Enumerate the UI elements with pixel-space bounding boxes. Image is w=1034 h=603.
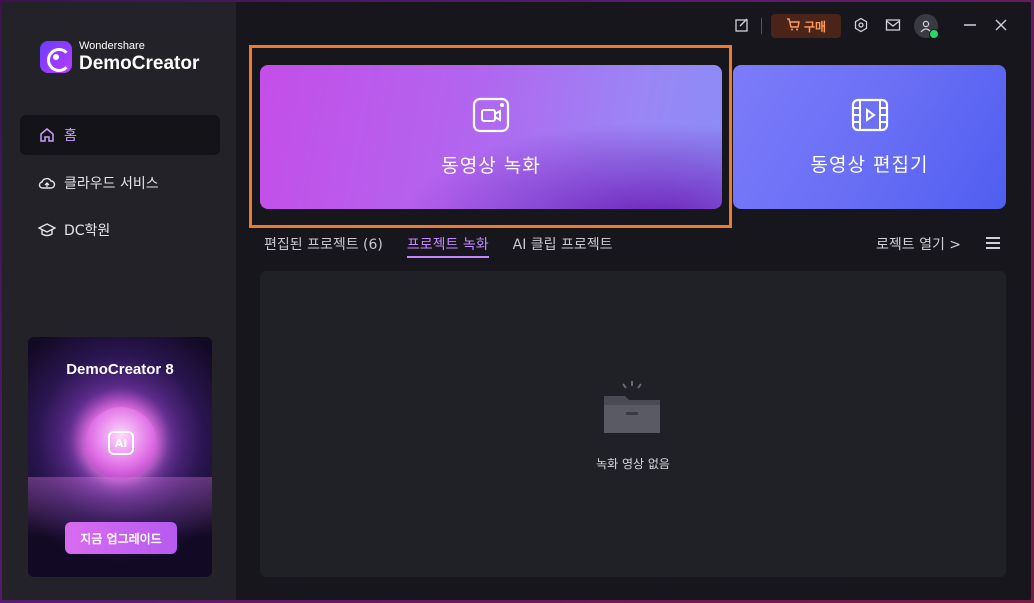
tab-recording-projects[interactable]: 프로젝트 녹화 [406,234,489,258]
tab-edited-projects[interactable]: 편집된 프로젝트 (6) [264,234,383,258]
democreator-logo-icon [40,41,72,73]
video-editor-card[interactable]: 동영상 편집기 [733,65,1006,209]
minimize-icon[interactable] [962,14,978,36]
sidebar-item-label: 클라우드 서비스 [64,176,159,192]
tab-ai-clip-projects[interactable]: AI 클립 프로젝트 [513,234,613,258]
main-area: 구매 동영상 녹화 동영상 편집기 편집된 프로젝트 (6) 프로젝트 녹화 A… [236,2,1031,600]
mail-icon[interactable] [884,14,902,36]
user-avatar-icon[interactable] [914,14,939,39]
sidebar-item-cloud[interactable]: 클라우드 서비스 [20,163,220,203]
sidebar-item-academy[interactable]: DC학원 [20,210,220,250]
list-menu-icon[interactable] [986,237,1000,251]
app-window: Wondershare DemoCreator 홈 클라우드 서비스 DC학원 … [2,2,1031,600]
open-project-link[interactable]: 로젝트 열기 > [876,234,961,254]
cloud-icon [38,174,56,192]
home-icon [38,126,56,144]
upgrade-promo-banner: DemoCreator 8 AI 지금 업그레이드 [28,337,212,577]
sidebar: Wondershare DemoCreator 홈 클라우드 서비스 DC학원 … [2,2,236,600]
empty-state-text: 녹화 영상 없음 [596,457,670,471]
cart-icon [786,18,800,34]
project-list-panel: 녹화 영상 없음 [260,271,1006,577]
video-editor-label: 동영상 편집기 [810,153,929,176]
toolbar-divider [761,18,762,34]
settings-icon[interactable] [852,14,870,36]
app-logo: Wondershare DemoCreator [40,41,199,73]
graduation-cap-icon [38,221,56,239]
empty-folder-icon [601,378,663,440]
ai-badge: AI [108,431,134,455]
brand-name: DemoCreator [79,53,200,74]
camera-record-icon [472,97,510,137]
buy-button[interactable]: 구매 [771,14,841,38]
sidebar-item-home[interactable]: 홈 [20,115,220,155]
close-icon[interactable] [993,14,1009,36]
promo-title: DemoCreator 8 [66,361,174,378]
video-record-label: 동영상 녹화 [441,154,541,177]
brand-small: Wondershare [79,40,145,52]
buy-label: 구매 [803,19,827,34]
sidebar-item-label: DC학원 [64,223,111,239]
video-record-card[interactable]: 동영상 녹화 [260,65,722,209]
upgrade-now-button[interactable]: 지금 업그레이드 [65,522,177,554]
feedback-icon[interactable] [733,14,751,36]
sidebar-item-label: 홈 [64,128,77,144]
project-tabs: 편집된 프로젝트 (6) 프로젝트 녹화 AI 클립 프로젝트 [264,234,613,258]
film-strip-icon [851,98,889,136]
